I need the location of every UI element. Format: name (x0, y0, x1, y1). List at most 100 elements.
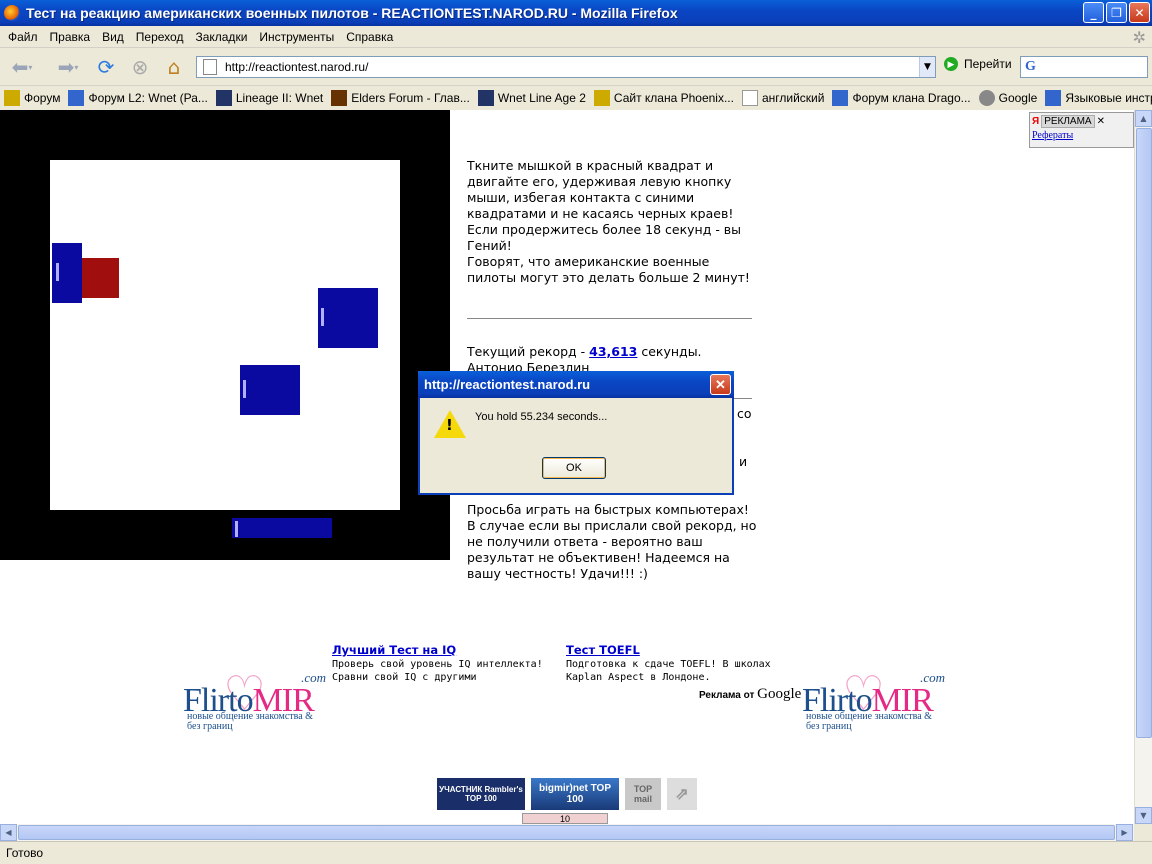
window-title-bar[interactable]: Тест на реакцию американских военных пил… (0, 0, 1152, 26)
bookmark-favicon-icon (1045, 90, 1062, 106)
bookmark-item[interactable]: английский (741, 90, 824, 106)
close-button[interactable]: ✕ (1129, 2, 1150, 23)
menu-go[interactable]: Переход (130, 30, 190, 44)
bookmark-item[interactable]: Сайт клана Phoenix... (593, 90, 734, 106)
record-prefix: Текущий рекорд - (467, 344, 590, 359)
horizontal-scroll-thumb[interactable] (18, 825, 1115, 840)
divider (467, 318, 752, 319)
instructions-line: Если продержитесь более 18 секунд - вы Г… (467, 222, 742, 253)
bookmark-favicon-icon (477, 90, 494, 106)
yandex-ad-link[interactable]: Рефераты (1030, 130, 1073, 141)
scroll-right-button[interactable]: ▶ (1116, 824, 1133, 841)
rambler-counter[interactable]: УЧАСТНИК Rambler's TOP 100 (437, 778, 525, 810)
menu-edit[interactable]: Правка (44, 30, 97, 44)
chevron-down-icon: ▼ (924, 62, 931, 72)
status-bar: Готово (0, 841, 1152, 864)
url-dropdown-button[interactable]: ▼ (919, 57, 935, 77)
instructions-line: Говорят, что американские военные пилоты… (467, 254, 750, 285)
go-arrow-icon: ▶ (944, 57, 958, 71)
go-label: Перейти (964, 57, 1012, 71)
bookmark-item[interactable]: Форум клана Drago... (832, 90, 971, 106)
dialog-close-button[interactable]: ✕ (710, 374, 731, 395)
bookmark-label: Языковые инструм... (1065, 91, 1152, 105)
ad-toefl-link[interactable]: Тест TOEFL (566, 644, 771, 657)
page-icon (203, 59, 217, 75)
go-button[interactable]: ▶ Перейти (944, 57, 1012, 71)
flirtomir-banner[interactable]: ♡ FlirtoMIR .com новые общение знакомств… (802, 670, 947, 732)
google-search-icon[interactable]: G (1025, 59, 1036, 75)
forward-button[interactable]: ➡ ▾ (48, 53, 88, 81)
yandex-ad-widget: Я РЕКЛАМА ✕ Рефераты (1029, 112, 1134, 148)
bookmark-item[interactable]: Lineage II: Wnet (215, 90, 324, 106)
google-logo: Google (757, 686, 802, 702)
bookmark-item[interactable]: Форум L2: Wnet (Ра... (68, 90, 208, 106)
bookmark-item[interactable]: Wnet Line Age 2 (477, 90, 586, 106)
scroll-down-button[interactable]: ▼ (1135, 807, 1152, 824)
ad-toefl: Тест TOEFL Подготовка к сдаче TOEFL! В ш… (566, 644, 771, 684)
back-button[interactable]: ⬅ ▾ (4, 53, 40, 81)
bookmark-item[interactable]: Форум (4, 90, 60, 106)
game-frame (0, 110, 450, 560)
firefox-icon (4, 5, 20, 21)
ad-toefl-line: Kaplan Aspect в Лондоне. (566, 672, 711, 683)
blue-block (240, 365, 300, 415)
vertical-scroll-thumb[interactable] (1136, 128, 1152, 738)
red-square[interactable] (82, 258, 119, 298)
window-title: Тест на реакцию американских военных пил… (26, 5, 678, 21)
home-button[interactable]: ⌂ (160, 53, 188, 81)
menu-help[interactable]: Справка (340, 30, 399, 44)
menu-bookmarks[interactable]: Закладки (189, 30, 253, 44)
address-input[interactable]: http://reactiontest.narod.ru/ (225, 60, 368, 74)
partial-text: и (739, 454, 748, 469)
reload-button[interactable]: ⟳ (92, 53, 120, 81)
bookmark-label: Форум L2: Wnet (Ра... (88, 91, 208, 105)
counters-row: УЧАСТНИК Rambler's TOP 100 bigmir)net TO… (437, 778, 697, 810)
maximize-button[interactable]: ❐ (1106, 2, 1127, 23)
small-counter[interactable]: 10 (522, 813, 608, 824)
stop-icon: ⊗ (131, 55, 149, 79)
menu-tools[interactable]: Инструменты (253, 30, 340, 44)
reload-icon: ⟳ (97, 55, 115, 79)
bookmark-label: Lineage II: Wnet (235, 91, 324, 105)
bookmark-favicon-icon (978, 90, 995, 106)
menu-file[interactable]: Файл (2, 30, 44, 44)
bigmir-counter[interactable]: bigmir)net TOP 100 (531, 778, 619, 810)
address-bar[interactable]: http://reactiontest.narod.ru/ ▼ (196, 56, 936, 78)
close-icon[interactable]: ✕ (1097, 116, 1105, 127)
bookmark-label: Wnet Line Age 2 (497, 91, 586, 105)
external-link-icon[interactable]: ⇗ (667, 778, 697, 810)
status-text: Готово (6, 846, 44, 860)
horizontal-scrollbar[interactable]: ◀ ▶ (0, 824, 1134, 841)
ad-iq-line: Проверь свой уровень IQ интеллекта! (332, 659, 543, 670)
scroll-up-button[interactable]: ▲ (1135, 110, 1152, 127)
minimize-button[interactable]: _ (1083, 2, 1104, 23)
menu-bar: Файл Правка Вид Переход Закладки Инструм… (0, 26, 1152, 48)
yandex-ad-label: РЕКЛАМА (1041, 115, 1095, 128)
mail-top-counter[interactable]: TOP mail (625, 778, 661, 810)
bookmark-page-icon (741, 90, 758, 106)
vertical-scrollbar[interactable]: ▲ ▼ (1134, 110, 1152, 824)
bookmark-label: Форум (24, 91, 61, 105)
chevron-left-icon: ◀ (5, 828, 12, 837)
flirtomir-tagline: новые общение знакомства & без границ (806, 711, 932, 732)
bookmark-item[interactable]: Google (978, 90, 1037, 106)
flirtomir-banner[interactable]: ♡ FlirtoMIR .com новые общение знакомств… (183, 670, 328, 732)
search-input[interactable]: G (1020, 56, 1148, 78)
chevron-down-icon: ▼ (1140, 811, 1147, 820)
bookmark-item[interactable]: Языковые инструм... (1045, 90, 1152, 106)
ad-iq-link[interactable]: Лучший Тест на IQ (332, 644, 543, 657)
ads-by-label: Реклама от (699, 690, 758, 701)
record-link[interactable]: 43,613 (589, 344, 637, 359)
bookmark-favicon-icon (832, 90, 849, 106)
ok-button[interactable]: OK (542, 457, 606, 479)
scroll-left-button[interactable]: ◀ (0, 824, 17, 841)
flirtomir-tagline: новые общение знакомства & без границ (187, 711, 313, 732)
dialog-title-bar[interactable]: http://reactiontest.narod.ru ✕ (418, 371, 734, 398)
menu-view[interactable]: Вид (96, 30, 130, 44)
bookmark-label: Сайт клана Phoenix... (613, 91, 734, 105)
ad-iq-test: Лучший Тест на IQ Проверь свой уровень I… (332, 644, 543, 684)
bookmark-item[interactable]: Elders Forum - Глав... (331, 90, 470, 106)
blue-block (318, 288, 378, 348)
stop-button[interactable]: ⊗ (126, 53, 154, 81)
ads-by-google[interactable]: Реклама от Google (699, 686, 801, 703)
